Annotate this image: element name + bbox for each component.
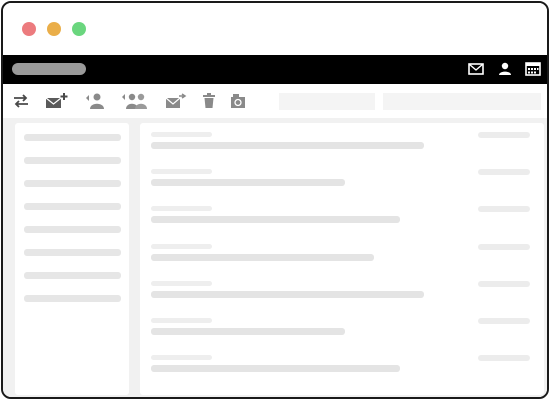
mail-icon[interactable] [468, 62, 484, 76]
sidebar-item[interactable] [24, 295, 121, 302]
sidebar-item[interactable] [24, 157, 121, 164]
message-date [478, 132, 530, 138]
message-date [478, 281, 530, 287]
message-subject [151, 142, 424, 149]
message-subject [151, 179, 345, 186]
content-area [3, 118, 547, 397]
message-date [478, 318, 530, 324]
swap-icon[interactable] [13, 92, 29, 110]
message-subject [151, 365, 400, 372]
window-close-button[interactable] [22, 22, 36, 36]
calendar-icon[interactable] [525, 62, 541, 76]
message-list [140, 123, 544, 395]
message-date [478, 206, 530, 212]
reply-all-contacts-icon[interactable] [121, 92, 149, 110]
sidebar-item[interactable] [24, 203, 121, 210]
message-sender [151, 318, 212, 323]
message-subject [151, 216, 400, 223]
sidebar-item[interactable] [24, 249, 121, 256]
compose-mail-icon[interactable] [45, 92, 69, 110]
toolbar [3, 84, 547, 118]
app-window [1, 1, 549, 399]
sidebar [15, 123, 129, 395]
sidebar-item[interactable] [24, 272, 121, 279]
message-subject [151, 328, 345, 335]
message-date [478, 169, 530, 175]
message-date [478, 244, 530, 250]
app-title-placeholder [12, 63, 86, 75]
user-icon[interactable] [497, 62, 513, 76]
message-sender [151, 281, 212, 286]
reply-contact-icon[interactable] [85, 92, 105, 110]
window-maximize-button[interactable] [72, 22, 86, 36]
message-sender [151, 355, 212, 360]
filter-input[interactable] [383, 93, 541, 110]
message-sender [151, 206, 212, 211]
message-subject [151, 254, 374, 261]
sidebar-item[interactable] [24, 226, 121, 233]
message-sender [151, 244, 212, 249]
search-input[interactable] [279, 93, 375, 110]
message-sender [151, 132, 212, 137]
window-minimize-button[interactable] [47, 22, 61, 36]
message-sender [151, 169, 212, 174]
sidebar-item[interactable] [24, 134, 121, 141]
trash-icon[interactable] [202, 92, 216, 110]
forward-mail-icon[interactable] [165, 92, 187, 110]
sidebar-item[interactable] [24, 180, 121, 187]
archive-icon[interactable] [229, 92, 247, 110]
message-date [478, 355, 530, 361]
app-header-bar [3, 55, 547, 84]
message-subject [151, 291, 424, 298]
window-titlebar [3, 3, 547, 55]
